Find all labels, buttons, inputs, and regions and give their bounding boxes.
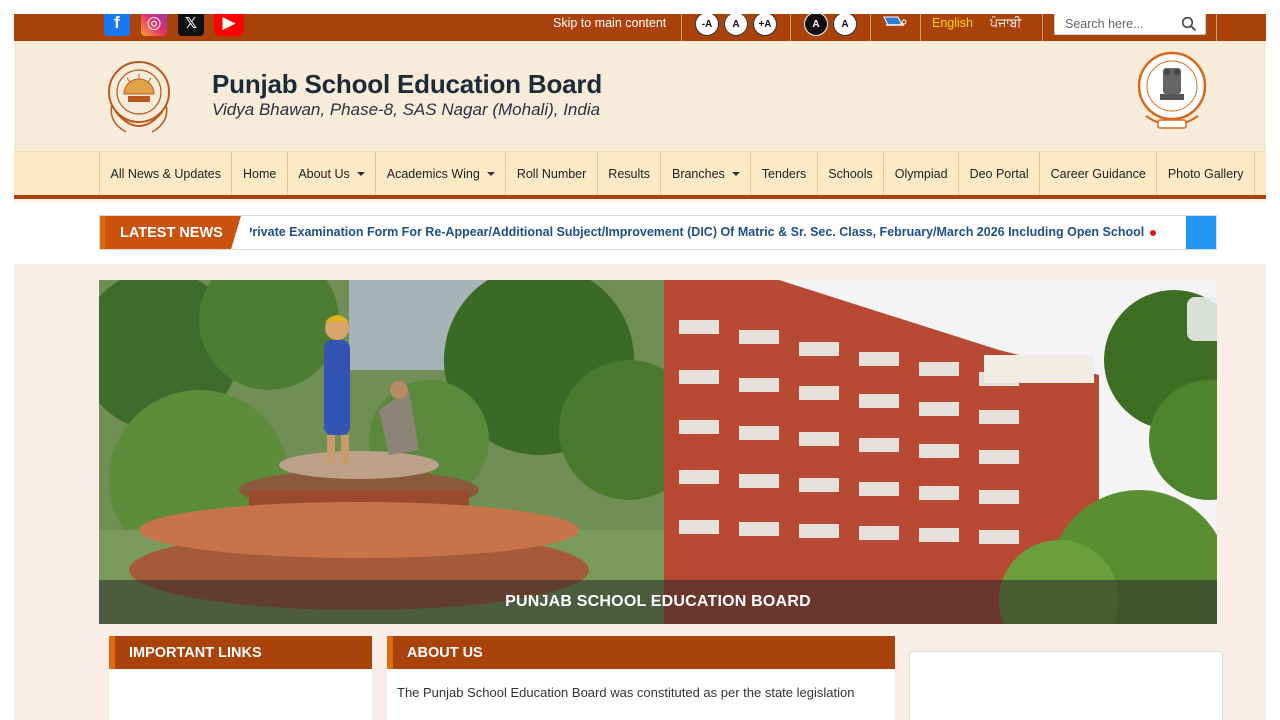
divider [790, 14, 791, 41]
latest-news-section: LATEST NEWS Private Examination Form For… [14, 203, 1266, 264]
instagram-icon[interactable]: ◎ [141, 14, 167, 36]
nav-schools[interactable]: Schools [818, 152, 885, 195]
ticker-pause-button[interactable] [1186, 216, 1216, 249]
divider [920, 14, 921, 41]
light-contrast-button[interactable]: A [833, 14, 857, 36]
x-twitter-icon[interactable]: 𝕏 [178, 14, 204, 36]
latest-news-label: LATEST NEWS [100, 216, 241, 249]
punjab-govt-emblem[interactable] [1136, 50, 1208, 136]
slider-next-button[interactable] [1187, 297, 1217, 341]
news-ticker-link[interactable]: Private Examination Form For Re-Appear/A… [250, 225, 1157, 240]
new-badge-dot [1150, 229, 1157, 236]
slide-caption: PUNJAB SCHOOL EDUCATION BOARD [99, 580, 1217, 624]
about-us-text: The Punjab School Education Board was co… [397, 685, 855, 700]
site-title: Punjab School Education Board [212, 69, 603, 99]
nav-roll-number[interactable]: Roll Number [506, 152, 598, 195]
site-subtitle: Vidya Bhawan, Phase-8, SAS Nagar (Mohali… [212, 100, 601, 119]
decrease-font-button[interactable]: -A [695, 14, 719, 36]
top-bar: f ◎ 𝕏 ▶ Skip to main content -A A +A A A… [14, 14, 1266, 41]
hero-image [99, 280, 1217, 624]
normal-font-button[interactable]: A [724, 14, 748, 36]
site-header: Punjab School Education Board Vidya Bhaw… [14, 41, 1266, 152]
divider [1216, 14, 1217, 41]
news-ticker-bar: LATEST NEWS Private Examination Form For… [99, 215, 1217, 250]
language-english-link[interactable]: English [932, 16, 973, 30]
search-box [1054, 14, 1206, 35]
language-punjabi-link[interactable]: ਪੰਜਾਬੀ [990, 16, 1021, 30]
chevron-down-icon [486, 171, 495, 176]
page: f ◎ 𝕏 ▶ Skip to main content -A A +A A A… [14, 14, 1266, 720]
side-widget [909, 651, 1223, 720]
content-area: PUNJAB SCHOOL EDUCATION BOARD IMPORTANT … [14, 264, 1266, 720]
skip-to-main-link[interactable]: Skip to main content [553, 16, 666, 30]
divider [870, 14, 871, 41]
facebook-icon[interactable]: f [104, 14, 130, 36]
nav-photo-gallery[interactable]: Photo Gallery [1157, 152, 1256, 195]
youtube-icon[interactable]: ▶ [214, 14, 244, 36]
divider [1042, 14, 1043, 41]
main-nav: All News & Updates Home About Us Academi… [14, 152, 1266, 199]
nav-results[interactable]: Results [598, 152, 662, 195]
chevron-down-icon [731, 171, 740, 176]
search-icon[interactable] [1181, 16, 1197, 32]
board-logo[interactable] [106, 52, 172, 142]
nav-deo-portal[interactable]: Deo Portal [959, 152, 1041, 195]
screen-reader-icon[interactable] [882, 14, 908, 33]
increase-font-button[interactable]: +A [753, 14, 777, 36]
nav-career-guidance[interactable]: Career Guidance [1040, 152, 1158, 195]
nav-home[interactable]: Home [232, 152, 288, 195]
dark-contrast-button[interactable]: A [804, 14, 828, 36]
nav-about-us[interactable]: About Us [288, 152, 377, 195]
important-links-heading: IMPORTANT LINKS [109, 636, 372, 669]
news-ticker: Private Examination Form For Re-Appear/A… [250, 216, 1165, 249]
important-links-body [109, 669, 372, 720]
nav-branches[interactable]: Branches [661, 152, 752, 195]
about-us-body: The Punjab School Education Board was co… [387, 669, 895, 720]
divider [681, 14, 682, 41]
chevron-down-icon [356, 171, 365, 176]
about-us-heading: ABOUT US [387, 636, 895, 669]
hero-slider: PUNJAB SCHOOL EDUCATION BOARD [99, 280, 1217, 624]
nav-all-news[interactable]: All News & Updates [100, 152, 233, 195]
search-input[interactable] [1055, 14, 1177, 34]
nav-tenders[interactable]: Tenders [751, 152, 818, 195]
nav-academics-wing[interactable]: Academics Wing [376, 152, 507, 195]
nav-olympiad[interactable]: Olympiad [884, 152, 960, 195]
